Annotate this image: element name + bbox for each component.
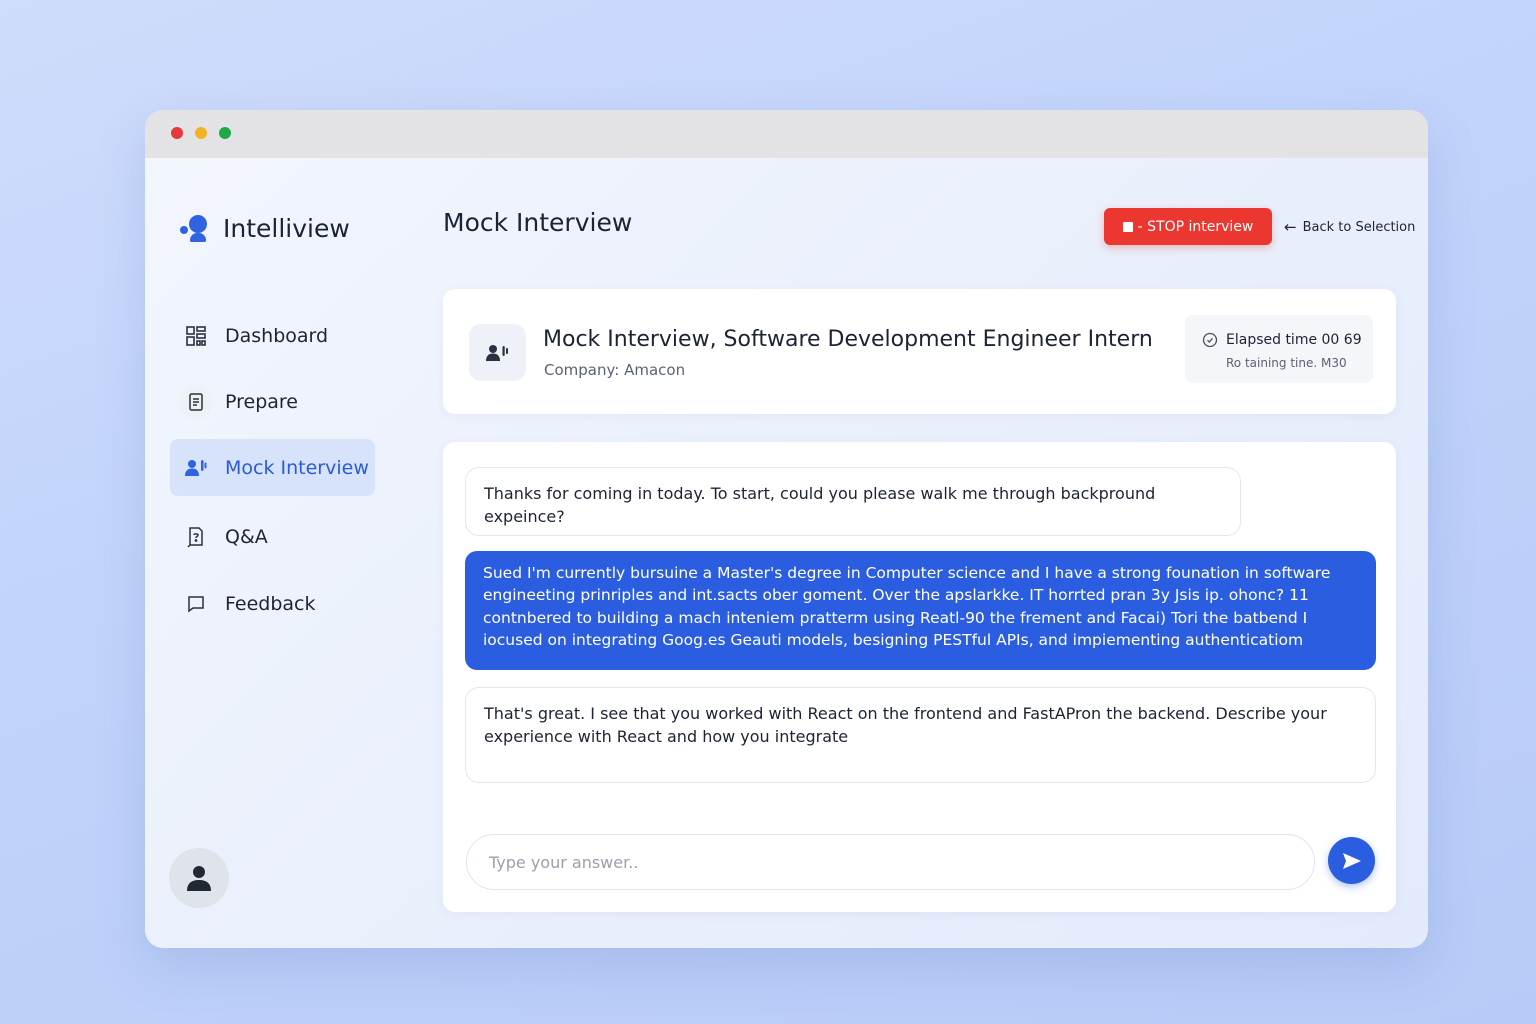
document-icon bbox=[179, 384, 213, 419]
session-header-card: Mock Interview, Software Development Eng… bbox=[443, 289, 1396, 414]
stop-interview-label: - STOP interview bbox=[1137, 218, 1254, 235]
sidebar-item-label: Q&A bbox=[225, 525, 268, 548]
send-icon bbox=[1342, 852, 1361, 869]
app-window: Intelliview Dashboard Prepare Mock Inter… bbox=[145, 110, 1428, 948]
back-to-selection-link[interactable]: ← Back to Selection bbox=[1284, 214, 1415, 240]
send-button[interactable] bbox=[1328, 837, 1375, 884]
sidebar-item-label: Dashboard bbox=[225, 324, 329, 347]
timer-panel: Elapsed time 00 69 Ro taining tine. M30 bbox=[1185, 315, 1373, 383]
candidate-message: Sued I'm currently bursuine a Master's d… bbox=[465, 551, 1376, 670]
minimize-window-button[interactable] bbox=[195, 127, 207, 139]
brand-logo[interactable]: Intelliview bbox=[179, 210, 350, 246]
sidebar-item-dashboard[interactable]: Dashboard bbox=[170, 307, 375, 364]
remaining-time-text: Ro taining tine. M30 bbox=[1226, 356, 1347, 370]
qa-icon bbox=[179, 520, 213, 554]
stop-icon bbox=[1122, 221, 1133, 232]
session-company: Company: Amacon bbox=[544, 361, 686, 379]
arrow-left-icon: ← bbox=[1284, 218, 1297, 236]
sidebar-item-label: Mock Interview bbox=[225, 456, 369, 479]
interview-icon bbox=[469, 324, 526, 381]
page-title: Mock Interview bbox=[443, 208, 633, 237]
back-to-selection-label: Back to Selection bbox=[1302, 219, 1416, 235]
sidebar-item-qa[interactable]: Q&A bbox=[170, 508, 375, 565]
close-window-button[interactable] bbox=[171, 127, 183, 139]
chat-bubble-icon bbox=[179, 587, 213, 621]
elapsed-time: Elapsed time 00 69 bbox=[1202, 332, 1362, 348]
sidebar-item-feedback[interactable]: Feedback bbox=[170, 575, 375, 632]
elapsed-time-text: Elapsed time 00 69 bbox=[1226, 332, 1362, 348]
interview-icon bbox=[179, 451, 213, 485]
stop-interview-button[interactable]: - STOP interview bbox=[1104, 208, 1272, 245]
dashboard-icon bbox=[179, 319, 213, 353]
sidebar-item-label: Prepare bbox=[225, 390, 298, 413]
logo-icon bbox=[179, 213, 209, 243]
user-avatar[interactable] bbox=[169, 848, 229, 908]
interviewer-message: Thanks for coming in today. To start, co… bbox=[465, 467, 1241, 536]
interviewer-message: That's great. I see that you worked with… bbox=[465, 687, 1376, 783]
clock-icon bbox=[1202, 332, 1218, 348]
chat-panel: Thanks for coming in today. To start, co… bbox=[443, 442, 1396, 912]
session-title: Mock Interview, Software Development Eng… bbox=[543, 327, 1153, 352]
maximize-window-button[interactable] bbox=[219, 127, 231, 139]
sidebar-item-mock-interview[interactable]: Mock Interview bbox=[170, 439, 375, 496]
answer-input[interactable] bbox=[466, 834, 1315, 890]
sidebar-item-label: Feedback bbox=[225, 592, 316, 615]
brand-name: Intelliview bbox=[223, 213, 350, 243]
sidebar-item-prepare[interactable]: Prepare bbox=[170, 373, 375, 430]
user-icon bbox=[187, 866, 211, 891]
title-bar bbox=[145, 110, 1428, 158]
